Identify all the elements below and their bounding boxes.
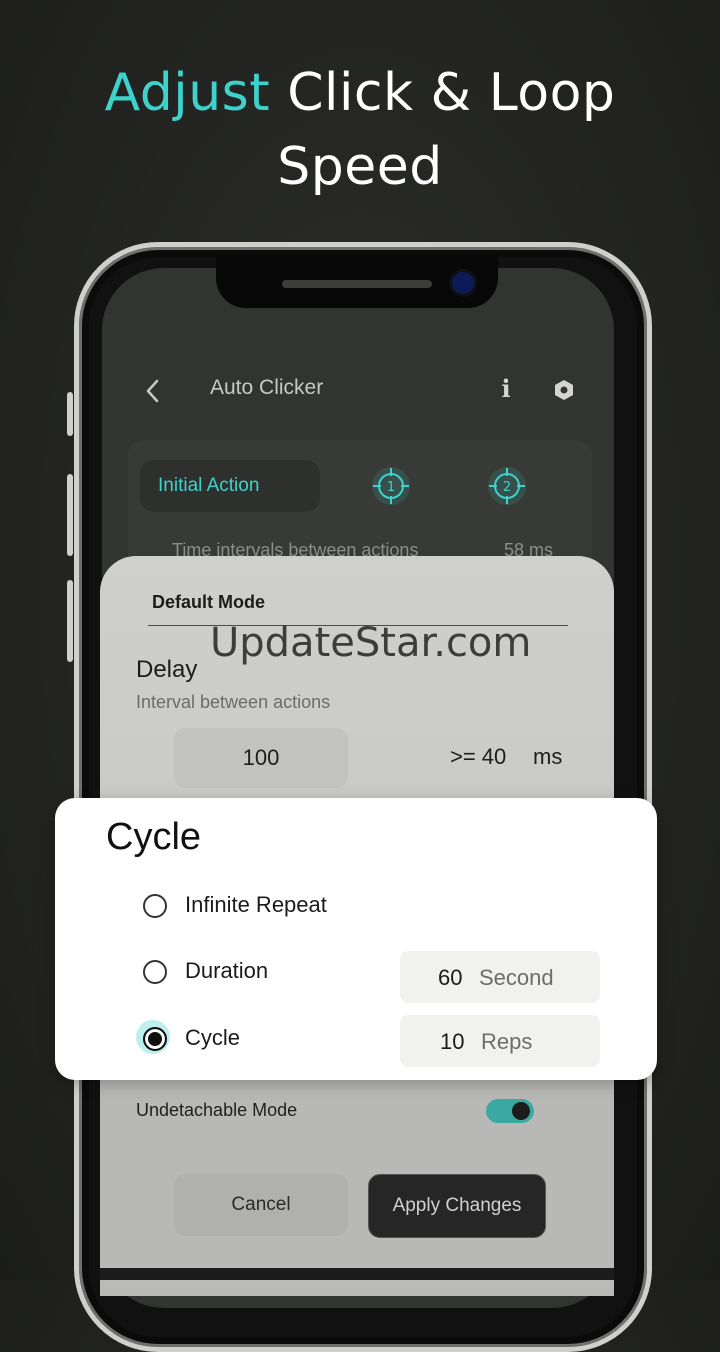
phone-speaker <box>282 280 432 288</box>
undetachable-label: Undetachable Mode <box>136 1100 298 1120</box>
toggle-knob <box>512 1102 530 1120</box>
duration-unit: Second <box>479 965 554 990</box>
option-label: Duration <box>185 958 269 983</box>
delay-subtitle: Interval between actions <box>136 692 331 712</box>
watermark: UpdateStar.com <box>210 620 532 666</box>
target-1-icon[interactable]: 1 <box>371 466 411 506</box>
chevron-left-icon[interactable] <box>140 376 164 406</box>
promo-headline: Adjust Click & Loop Speed <box>0 56 720 204</box>
radio-infinite-repeat[interactable] <box>143 894 167 918</box>
delay-input[interactable]: 100 <box>174 728 348 788</box>
option-label: Infinite Repeat <box>185 892 327 917</box>
phone-volume-down <box>67 580 73 662</box>
info-icon[interactable]: i <box>494 374 518 406</box>
delay-min: >= 40 <box>450 744 507 769</box>
phone-volume-up <box>67 474 73 556</box>
phone-silent-switch <box>67 392 73 436</box>
bottom-bar <box>100 1268 614 1280</box>
target-2-label: 2 <box>503 480 511 495</box>
mode-title: Default Mode <box>152 592 266 612</box>
target-2-icon[interactable]: 2 <box>487 466 527 506</box>
hexagon-settings-icon[interactable] <box>552 378 576 402</box>
cancel-button[interactable]: Cancel <box>174 1174 348 1236</box>
cycle-reps-value: 10 <box>440 1029 465 1054</box>
cycle-title: Cycle <box>106 816 202 858</box>
option-label: Cycle <box>185 1025 241 1050</box>
radio-duration[interactable] <box>143 960 167 984</box>
duration-value: 60 <box>438 965 463 990</box>
headline-accent: Adjust <box>104 63 271 123</box>
delay-unit: ms <box>533 744 563 769</box>
radio-cycle[interactable] <box>143 1027 167 1051</box>
cycle-reps-unit: Reps <box>481 1029 533 1054</box>
headline-rest: Click & Loop <box>287 63 616 123</box>
headline-line2: Speed <box>277 137 443 197</box>
apply-changes-button[interactable]: Apply Changes <box>368 1174 546 1238</box>
target-1-label: 1 <box>387 480 395 495</box>
initial-action-button[interactable]: Initial Action <box>140 460 320 512</box>
app-title: Auto Clicker <box>210 376 324 399</box>
delay-title: Delay <box>136 656 198 683</box>
camera-icon <box>452 272 474 294</box>
